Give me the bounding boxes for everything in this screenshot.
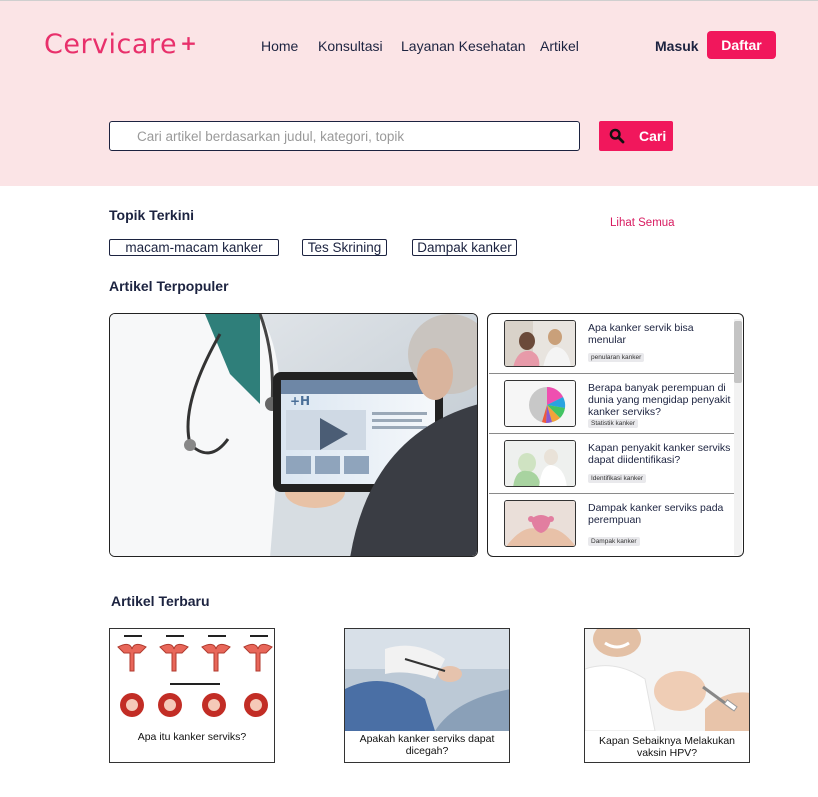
popular-article-tag: penularan kanker (588, 353, 645, 362)
topic-chip-dampak-kanker[interactable]: Dampak kanker (412, 239, 517, 256)
popular-article-item[interactable]: Berapa banyak perempuan di dunia yang me… (489, 374, 734, 434)
brand-suffix: + (180, 31, 198, 55)
brand-logo[interactable]: Cervicare + (44, 29, 197, 60)
latest-article-caption: Apakah kanker serviks dapat dicegah? (359, 733, 495, 757)
popular-articles-list[interactable]: Apa kanker servik bisa menular penularan… (487, 313, 744, 557)
latest-article-caption: Kapan Sebaiknya Melakukan vaksin HPV? (598, 735, 735, 759)
nav-artikel[interactable]: Artikel (540, 38, 579, 54)
search-button-label: Cari (639, 128, 667, 144)
topics-title: Topik Terkini (109, 207, 195, 223)
latest-article-card[interactable]: Kapan Sebaiknya Melakukan vaksin HPV? (584, 628, 750, 763)
list-scrollbar-thumb[interactable] (734, 321, 742, 383)
register-button[interactable]: Daftar (707, 31, 776, 59)
nav-home[interactable]: Home (261, 38, 298, 54)
hero-section: Cervicare + Home Konsultasi Layanan Keseh… (0, 0, 818, 186)
search-button[interactable]: Cari (599, 121, 673, 151)
topic-chip-macam-kanker[interactable]: macam-macam kanker (109, 239, 279, 256)
latest-article-caption: Apa itu kanker serviks? (137, 731, 247, 743)
popular-article-thumbnail (504, 500, 576, 547)
svg-text:+H: +H (290, 394, 310, 408)
magnifier-icon (609, 128, 633, 144)
popular-article-tag: Dampak kanker (588, 537, 640, 546)
search-input[interactable]: Cari artikel berdasarkan judul, kategori… (109, 121, 580, 151)
latest-article-image (585, 629, 749, 731)
popular-title: Artikel Terpopuler (109, 278, 229, 294)
search-placeholder: Cari artikel berdasarkan judul, kategori… (137, 128, 405, 144)
topic-chip-tes-skrining[interactable]: Tes Skrining (302, 239, 387, 256)
register-label: Daftar (721, 37, 762, 53)
popular-article-thumbnail (504, 440, 576, 487)
featured-article-image[interactable]: +H (109, 313, 478, 557)
latest-article-card[interactable]: Apa itu kanker serviks? (109, 628, 275, 763)
see-all-link[interactable]: Lihat Semua (610, 217, 675, 229)
nav-layanan-kesehatan[interactable]: Layanan Kesehatan (401, 38, 526, 54)
nav-konsultasi[interactable]: Konsultasi (318, 38, 383, 54)
popular-article-title: Dampak kanker serviks pada perempuan (588, 502, 724, 526)
popular-article-thumbnail (504, 320, 576, 367)
latest-article-card[interactable]: Apakah kanker serviks dapat dicegah? (344, 628, 510, 763)
latest-article-image (110, 629, 274, 731)
popular-article-thumbnail (504, 380, 576, 427)
popular-article-tag: Statistik kanker (588, 419, 639, 428)
login-link[interactable]: Masuk (655, 38, 699, 54)
popular-article-title: Berapa banyak perempuan di dunia yang me… (588, 382, 731, 418)
latest-article-image (345, 629, 509, 731)
brand-name: Cervicare (44, 29, 178, 60)
popular-article-item[interactable]: Kapan penyakit kanker serviks dapat diid… (489, 434, 734, 494)
popular-article-item[interactable]: Apa kanker servik bisa menular penularan… (489, 314, 734, 374)
latest-title: Artikel Terbaru (111, 593, 210, 609)
popular-article-title: Kapan penyakit kanker serviks dapat diid… (588, 442, 731, 466)
popular-article-item[interactable]: Dampak kanker serviks pada perempuan Dam… (489, 494, 734, 554)
popular-article-title: Apa kanker servik bisa menular (588, 322, 694, 346)
popular-article-tag: Identifikasi kanker (588, 474, 647, 483)
